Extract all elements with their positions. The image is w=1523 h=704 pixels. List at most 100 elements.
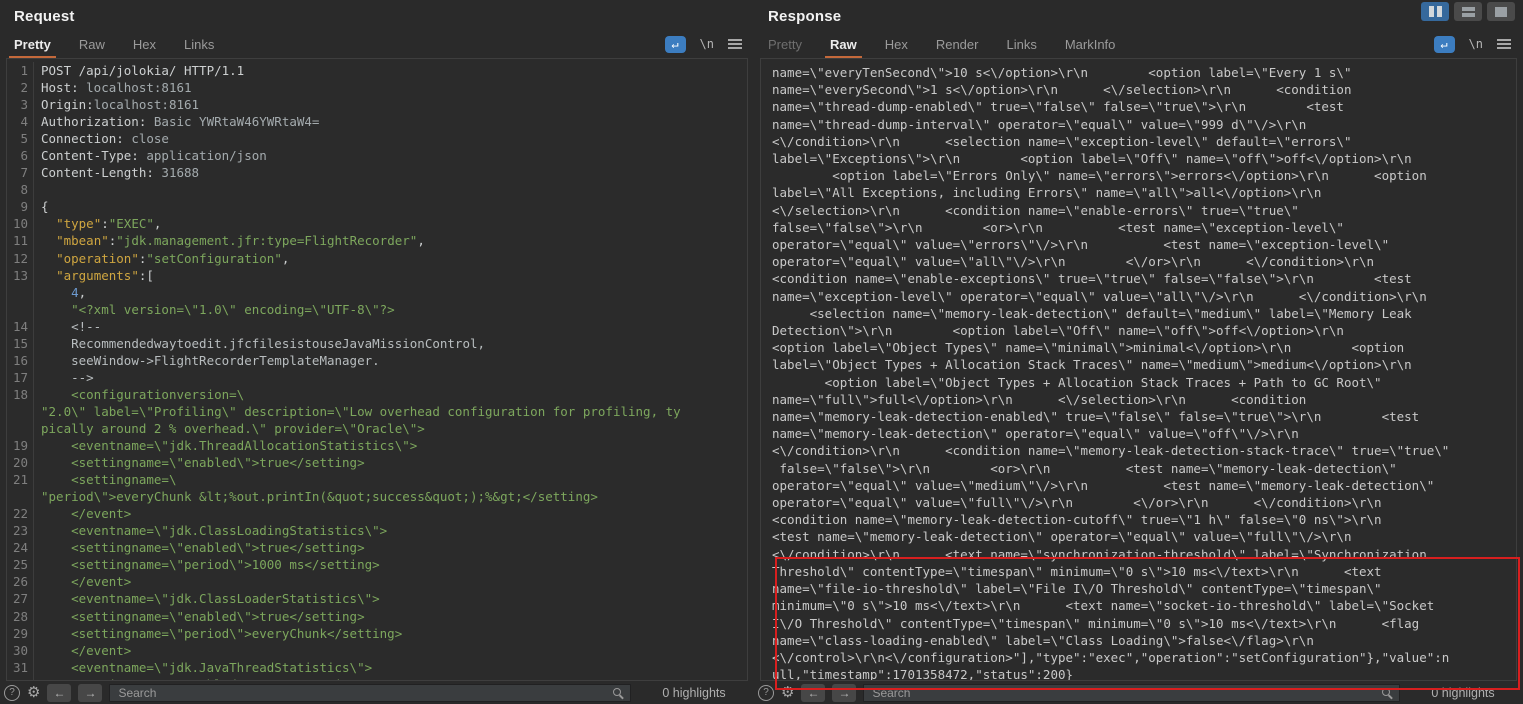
help-icon[interactable]: ? [758, 685, 774, 701]
gear-icon[interactable]: ⚙ [781, 686, 794, 700]
code-row: 1POST /api/jolokia/ HTTP/1.1 [7, 62, 747, 79]
code-row: 32 <settingname=\"enabled\">true</settin… [7, 676, 747, 681]
word-wrap-icon[interactable]: ↵ [665, 36, 686, 53]
tab-response-raw[interactable]: Raw [830, 37, 857, 52]
code-row: false=\"false\">\r\n <or>\r\n <test name… [772, 219, 1508, 236]
request-code: 1POST /api/jolokia/ HTTP/1.12Host: local… [7, 59, 747, 681]
response-tab-icons: ↵ \n [1434, 36, 1523, 53]
request-findbar: ? ⚙ ← → 0 highlights [0, 682, 754, 703]
code-row: operator=\"equal\" value=\"all\"\/>\r\n … [772, 253, 1508, 270]
request-search-wrap [109, 684, 631, 702]
code-row: 8 [7, 181, 747, 198]
code-row: <condition name=\"enable-exceptions\" tr… [772, 270, 1508, 287]
code-row: 15 Recommendedwaytoedit.jfcfilesistouseJ… [7, 335, 747, 352]
code-row: "period\">everyChunk &lt;%out.printIn(&q… [7, 488, 747, 505]
code-row: false=\"false\">\r\n <or>\r\n <test name… [772, 460, 1508, 477]
request-search-input[interactable] [109, 684, 631, 702]
code-row: <condition name=\"memory-leak-detection-… [772, 511, 1508, 528]
code-row: <option label=\"Errors Only\" name=\"err… [772, 167, 1508, 184]
next-match-button[interactable]: → [832, 684, 856, 702]
response-panel-header: Response [754, 0, 1523, 30]
code-row: <\/control>\r\n<\/configuration>"],"type… [772, 649, 1508, 666]
search-icon [612, 687, 624, 699]
search-icon [1381, 687, 1393, 699]
code-row: <option label=\"Object Types + Allocatio… [772, 374, 1508, 391]
tab-response-links[interactable]: Links [1006, 37, 1036, 52]
rows-glyph-icon [1462, 7, 1475, 17]
code-row: name=\"everyTenSecond\">10 s<\/option>\r… [772, 64, 1508, 81]
response-search-input[interactable] [863, 684, 1400, 702]
code-row: 13 "arguments":[ [7, 267, 747, 284]
code-row: label=\"Object Types + Allocation Stack … [772, 356, 1508, 373]
code-row: I\/O Threshold\" contentType=\"timespan\… [772, 615, 1508, 632]
code-row: 14 <!-- [7, 318, 747, 335]
show-newlines-icon[interactable]: \n [700, 37, 714, 51]
response-title: Response [768, 8, 841, 25]
request-title: Request [14, 8, 75, 25]
http-message-viewer: Request Pretty Raw Hex Links ↵ \n 1POST … [0, 0, 1523, 704]
code-row: 20 <settingname=\"enabled\">true</settin… [7, 454, 747, 471]
code-row: name=\"class-loading-enabled\" label=\"C… [772, 632, 1508, 649]
code-row: 11 "mbean":"jdk.management.jfr:type=Flig… [7, 232, 747, 249]
code-row: 9{ [7, 198, 747, 215]
tab-request-links[interactable]: Links [184, 37, 214, 52]
response-code: name=\"everyTenSecond\">10 s<\/option>\r… [761, 59, 1516, 681]
single-pane-view-button[interactable] [1487, 2, 1515, 21]
code-row: operator=\"equal\" value=\"full\"\/>\r\n… [772, 494, 1508, 511]
code-row: name=\"memory-leak-detection-enabled\" t… [772, 408, 1508, 425]
layout-controls [1421, 2, 1515, 21]
columns-glyph-icon [1437, 6, 1442, 17]
code-row: <option label=\"Object Types\" name=\"mi… [772, 339, 1508, 356]
hamburger-menu-icon[interactable] [1497, 43, 1511, 45]
code-row: 28 <settingname=\"enabled\">true</settin… [7, 608, 747, 625]
code-row: ull,"timestamp":1701358472,"status":200} [772, 666, 1508, 681]
split-rows-view-button[interactable] [1454, 2, 1482, 21]
request-editor[interactable]: 1POST /api/jolokia/ HTTP/1.12Host: local… [6, 58, 748, 681]
code-row: "2.0\" label=\"Profiling\" description=\… [7, 403, 747, 420]
show-newlines-icon[interactable]: \n [1469, 37, 1483, 51]
code-row: name=\"thread-dump-enabled\" true=\"fals… [772, 98, 1508, 115]
code-row: 30 </event> [7, 642, 747, 659]
tab-request-pretty[interactable]: Pretty [14, 37, 51, 52]
help-icon[interactable]: ? [4, 685, 20, 701]
tab-response-markinfo[interactable]: MarkInfo [1065, 37, 1116, 52]
code-row: 29 <settingname=\"period\">everyChunk</s… [7, 625, 747, 642]
code-row: Threshold\" contentType=\"timespan\" min… [772, 563, 1508, 580]
response-tabbar: Pretty Raw Hex Render Links MarkInfo ↵ \… [754, 30, 1523, 58]
tab-response-pretty[interactable]: Pretty [768, 37, 802, 52]
code-row: 31 <eventname=\"jdk.JavaThreadStatistics… [7, 659, 747, 676]
response-editor[interactable]: name=\"everyTenSecond\">10 s<\/option>\r… [760, 58, 1517, 681]
response-panel: Response Pretty Raw Hex Render [754, 0, 1523, 704]
code-row: 10 "type":"EXEC", [7, 215, 747, 232]
gear-icon[interactable]: ⚙ [27, 686, 40, 700]
code-row: 22 </event> [7, 505, 747, 522]
code-row: 24 <settingname=\"enabled\">true</settin… [7, 539, 747, 556]
prev-match-button[interactable]: ← [47, 684, 71, 702]
word-wrap-icon[interactable]: ↵ [1434, 36, 1455, 53]
code-row: <test name=\"memory-leak-detection\" ope… [772, 528, 1508, 545]
code-row: <\/selection>\r\n <condition name=\"enab… [772, 202, 1508, 219]
tab-request-raw[interactable]: Raw [79, 37, 105, 52]
code-row: <\/condition>\r\n <condition name=\"memo… [772, 442, 1508, 459]
code-row: 4Authorization: Basic YWRtaW46YWRtaW4= [7, 113, 747, 130]
code-row: 26 </event> [7, 573, 747, 590]
code-row: 12 "operation":"setConfiguration", [7, 250, 747, 267]
tab-response-render[interactable]: Render [936, 37, 979, 52]
prev-match-button[interactable]: ← [801, 684, 825, 702]
code-row: minimum=\"0 s\">10 ms<\/text>\r\n <text … [772, 597, 1508, 614]
code-row: label=\"Exceptions\">\r\n <option label=… [772, 150, 1508, 167]
code-row: 18 <configurationversion=\ [7, 386, 747, 403]
split-columns-view-button[interactable] [1421, 2, 1449, 21]
next-match-button[interactable]: → [78, 684, 102, 702]
code-row: name=\"memory-leak-detection\" operator=… [772, 425, 1508, 442]
code-row: 2Host: localhost:8161 [7, 79, 747, 96]
hamburger-menu-icon[interactable] [728, 43, 742, 45]
tab-request-hex[interactable]: Hex [133, 37, 156, 52]
tab-response-hex[interactable]: Hex [885, 37, 908, 52]
columns-glyph-icon [1429, 6, 1434, 17]
request-highlights-count: 0 highlights [638, 686, 750, 700]
code-row: operator=\"equal\" value=\"errors\"\/>\r… [772, 236, 1508, 253]
request-tab-icons: ↵ \n [665, 36, 754, 53]
code-row: 23 <eventname=\"jdk.ClassLoadingStatisti… [7, 522, 747, 539]
code-row: <\/condition>\r\n <selection name=\"exce… [772, 133, 1508, 150]
